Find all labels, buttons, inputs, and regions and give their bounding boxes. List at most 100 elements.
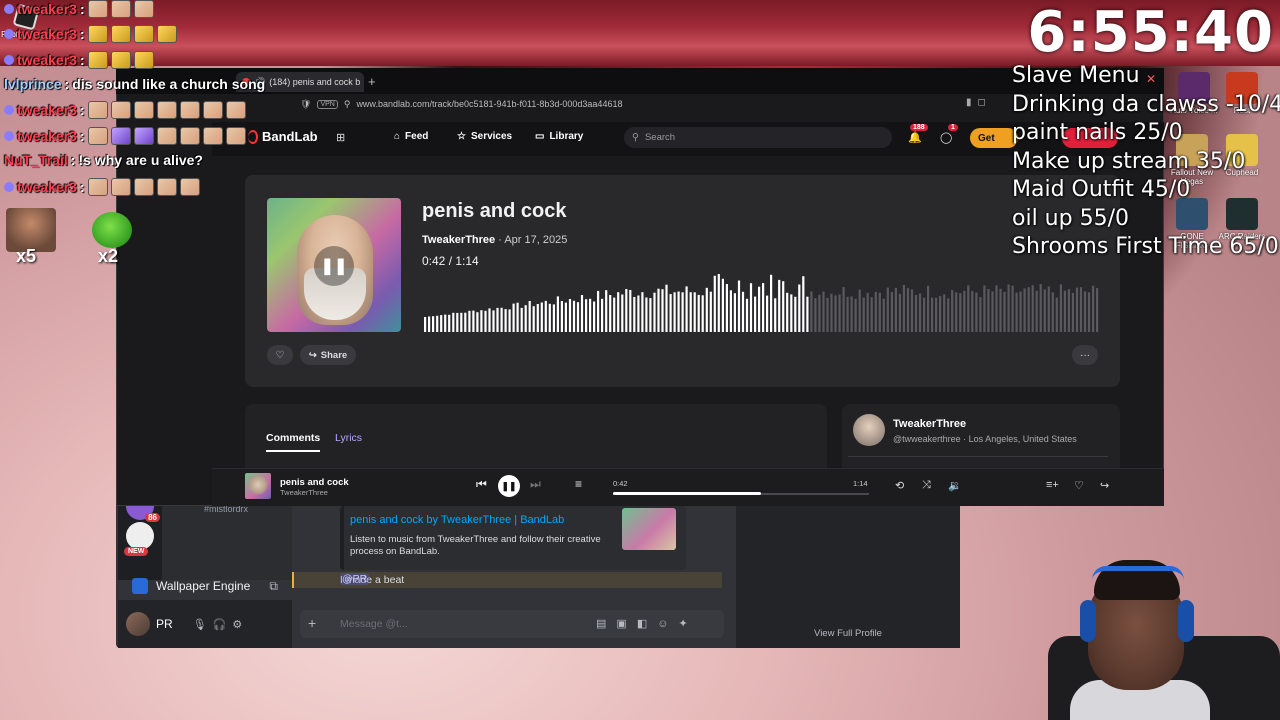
previous-track-icon[interactable]: ⏮ bbox=[476, 477, 487, 492]
user-mention[interactable]: @PR bbox=[340, 573, 370, 585]
waveform-bar bbox=[979, 297, 982, 332]
shuffle-icon[interactable]: ⤨ bbox=[922, 479, 931, 492]
player-pause-button[interactable]: ❚❚ bbox=[498, 475, 520, 497]
wallpaper-engine-icon bbox=[132, 578, 148, 594]
bookmark-icon[interactable]: ▮ bbox=[966, 97, 978, 108]
emote-icon bbox=[133, 0, 154, 18]
waveform-bar bbox=[504, 309, 507, 332]
share-button[interactable]: ↪ Share bbox=[300, 345, 356, 365]
waveform-bar bbox=[701, 295, 704, 332]
waveform-bar bbox=[1035, 290, 1038, 332]
gif-icon[interactable]: ▣ bbox=[616, 618, 636, 630]
screen-share-icon[interactable]: ⧉ bbox=[269, 579, 278, 594]
chat-username[interactable]: lvlprince bbox=[4, 76, 62, 92]
player-thumbnail[interactable] bbox=[245, 473, 271, 499]
repeat-icon[interactable]: ⟲ bbox=[895, 479, 904, 492]
chat-username[interactable]: tweaker3 bbox=[17, 179, 77, 195]
waveform-bar bbox=[713, 275, 716, 332]
artist-avatar[interactable] bbox=[853, 414, 885, 446]
share-icon[interactable]: ↪ bbox=[1100, 479, 1109, 492]
notifications-button[interactable]: 🔔 188 bbox=[908, 124, 928, 144]
queue-icon[interactable]: ≡ bbox=[575, 477, 582, 491]
add-to-playlist-icon[interactable]: ≡+ bbox=[1046, 479, 1059, 491]
gift-icon[interactable]: ▤ bbox=[596, 618, 616, 630]
emote-icon bbox=[87, 51, 108, 69]
sticker-icon[interactable]: ◧ bbox=[637, 618, 657, 630]
emote-icon bbox=[87, 25, 108, 43]
vpn-badge[interactable]: VPN bbox=[317, 99, 338, 109]
address-bar[interactable]: 🛡 VPN ⚲ www.bandlab.com/track/be0c5181-9… bbox=[300, 96, 960, 112]
waveform-bar bbox=[910, 289, 914, 332]
waveform-bar bbox=[794, 296, 797, 332]
view-full-profile-button[interactable]: View Full Profile bbox=[736, 628, 960, 639]
waveform-bar bbox=[846, 296, 849, 332]
chat-separator: : bbox=[79, 179, 85, 195]
volume-icon[interactable]: 🔉 bbox=[948, 479, 962, 492]
waveform-bar bbox=[572, 300, 576, 332]
badge-icon bbox=[4, 182, 14, 192]
waveform-bar bbox=[806, 296, 809, 332]
waveform-bar bbox=[637, 295, 640, 332]
mic-icon[interactable]: 🎙 bbox=[193, 619, 213, 631]
waveform-bar bbox=[959, 293, 962, 332]
next-track-icon[interactable]: ⏭ bbox=[530, 477, 541, 492]
new-tab-button[interactable]: + bbox=[368, 74, 376, 89]
waveform-bar bbox=[1079, 287, 1083, 332]
pause-icon: ❚❚ bbox=[501, 480, 517, 491]
nav-feed[interactable]: ⌂ Feed bbox=[394, 131, 428, 142]
messages-button[interactable]: ◯ 1 bbox=[940, 124, 958, 144]
player-track-title[interactable]: penis and cock bbox=[280, 477, 349, 488]
waveform-bar bbox=[923, 297, 926, 332]
waveform-bar bbox=[830, 293, 833, 332]
wallpaper-engine-activity[interactable]: Wallpaper Engine ⧉ bbox=[122, 572, 288, 600]
headphones-icon[interactable]: 🎧 bbox=[213, 619, 233, 631]
chat-username[interactable]: tweaker3 bbox=[17, 1, 77, 17]
emote-icon bbox=[179, 127, 200, 145]
emote-icon bbox=[225, 101, 246, 119]
waveform-bar bbox=[601, 298, 604, 332]
close-icon[interactable]: ✕ bbox=[1146, 72, 1156, 86]
bandlab-logo[interactable]: BandLab bbox=[248, 129, 318, 144]
chat-separator: : bbox=[79, 26, 85, 42]
chat-username[interactable]: tweaker3 bbox=[17, 26, 77, 42]
gear-icon[interactable]: ⚙ bbox=[232, 619, 248, 631]
waveform-bar bbox=[617, 292, 620, 332]
add-attachment-icon[interactable]: + bbox=[308, 615, 316, 631]
waveform-bar bbox=[641, 292, 644, 332]
apps-grid-icon[interactable]: ⊞ bbox=[336, 131, 345, 144]
waveform-bar bbox=[593, 301, 596, 332]
screenshot-icon[interactable]: ◻ bbox=[978, 97, 992, 108]
waveform-bar bbox=[826, 297, 829, 332]
artist-name[interactable]: TweakerThree bbox=[893, 418, 966, 430]
track-artist-link[interactable]: TweakerThree bbox=[422, 234, 495, 246]
waveform-bar bbox=[762, 283, 765, 332]
get-label: Get bbox=[978, 132, 995, 144]
waveform-bar bbox=[1059, 284, 1062, 332]
chat-username[interactable]: tweaker3 bbox=[17, 52, 77, 68]
embed-title[interactable]: penis and cock by TweakerThree | BandLab bbox=[350, 514, 564, 526]
avatar[interactable] bbox=[126, 612, 150, 636]
nav-services[interactable]: ☆ Services bbox=[457, 131, 512, 142]
tab-lyrics[interactable]: Lyrics bbox=[335, 432, 362, 444]
search-input[interactable]: ⚲ Search bbox=[624, 127, 892, 148]
heart-icon[interactable]: ♡ bbox=[1074, 479, 1084, 492]
more-options-button[interactable]: ··· bbox=[1072, 345, 1098, 365]
waveform-bar bbox=[645, 297, 648, 332]
player-artist[interactable]: TweakerThree bbox=[280, 488, 328, 497]
chat-username[interactable]: tweaker3 bbox=[17, 102, 77, 118]
chat-text: !s why are u alive? bbox=[78, 152, 203, 168]
nav-library[interactable]: ▭ Library bbox=[535, 131, 583, 142]
apps-icon[interactable]: ✦ bbox=[678, 618, 697, 630]
pause-icon[interactable]: ❚❚ bbox=[314, 246, 354, 286]
waveform-bar bbox=[424, 317, 427, 332]
emoji-icon[interactable]: ☺ bbox=[657, 618, 678, 630]
chat-username[interactable]: NuT_Trail bbox=[4, 152, 68, 168]
like-button[interactable]: ♡ bbox=[267, 345, 293, 365]
discord-server-icon[interactable] bbox=[126, 522, 154, 550]
get-membership-button[interactable]: Get bbox=[970, 128, 1018, 148]
shield-icon[interactable]: 🛡 bbox=[300, 99, 311, 110]
waveform-bar bbox=[721, 278, 724, 332]
waveform[interactable] bbox=[424, 272, 1100, 332]
tab-comments[interactable]: Comments bbox=[266, 432, 321, 452]
chat-username[interactable]: tweaker3 bbox=[17, 128, 77, 144]
